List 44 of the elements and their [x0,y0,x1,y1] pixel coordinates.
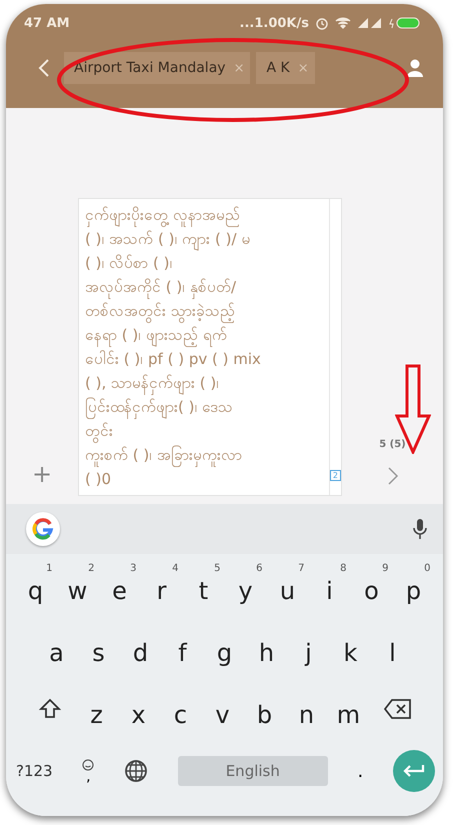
keyboard-key[interactable]: c [160,687,202,731]
keyboard-key[interactable]: h [246,625,288,669]
keyboard-key[interactable]: a [36,625,78,669]
keyboard-key[interactable]: k [330,625,372,669]
keyboard-key[interactable]: j [288,625,330,669]
keyboard-key[interactable]: l [372,625,414,669]
send-icon[interactable] [386,466,398,486]
recipient-chip[interactable]: A K × [256,52,315,84]
recipient-chip[interactable]: Airport Taxi Mandalay × [64,52,250,84]
keyboard-key[interactable]: v [202,687,244,731]
emoji-icon [82,759,94,771]
recipient-name: A K [266,60,290,76]
keyboard-key[interactable]: f [162,625,204,669]
keyboard-key[interactable]: x [118,687,160,731]
message-text: ငှက်ဖျားပိုးတွေ့ လူနာအမည် ( )၊ အသက် ( )၊ ကျား ( )/ မ ( )၊ လိပ်စာ ( )၊ အလုပ်အကိုင် ( )၊ နှစ်ပတ်/ တစ်လအတွင်း သွားခဲ့သည့် နေရာ ( )၊ ဖျားသည့် ရက် ပေါင်း ( )၊ pf ( ) pv ( ) mix ( ), သာမန်ငှက်ဖျား ( )၊ ပြင်းထန်ငှက်ဖျား( )၊ ဒေသ တွင်း ကူးစက် ( )၊ အခြားမှကူးလာ ( )0 [84,205,262,490]
shift-icon[interactable] [38,697,62,721]
space-bar[interactable]: English [178,756,328,786]
backspace-icon[interactable] [384,698,412,720]
enter-icon [403,764,425,778]
google-logo-icon [32,518,54,540]
keyboard-key[interactable]: z [76,687,118,731]
emoji-comma-key[interactable]: , [82,759,94,783]
keyboard-key[interactable]: g [204,625,246,669]
character-counter: 5 (5) [379,439,406,450]
status-time: 47 AM [24,16,70,30]
alarm-icon [315,16,329,30]
keyboard-key[interactable]: s [78,625,120,669]
keyboard-key[interactable]: d [120,625,162,669]
signal-icon [357,17,383,29]
microphone-icon[interactable] [413,518,427,540]
symbols-key[interactable]: ?123 [16,762,53,780]
globe-icon[interactable] [124,759,148,783]
network-speed: ...1.00K/s [240,16,309,30]
enter-button[interactable] [393,750,435,792]
back-icon[interactable] [38,58,50,78]
period-key[interactable]: . [358,760,364,782]
recipient-name: Airport Taxi Mandalay [74,60,226,76]
keyboard-key[interactable]: m [328,687,370,731]
message-field[interactable] [78,198,342,496]
wifi-icon [335,17,351,29]
keyboard-key[interactable]: b [244,687,286,731]
contact-icon[interactable] [407,59,423,77]
keyboard-key[interactable]: n [286,687,328,731]
google-button[interactable] [26,512,60,546]
